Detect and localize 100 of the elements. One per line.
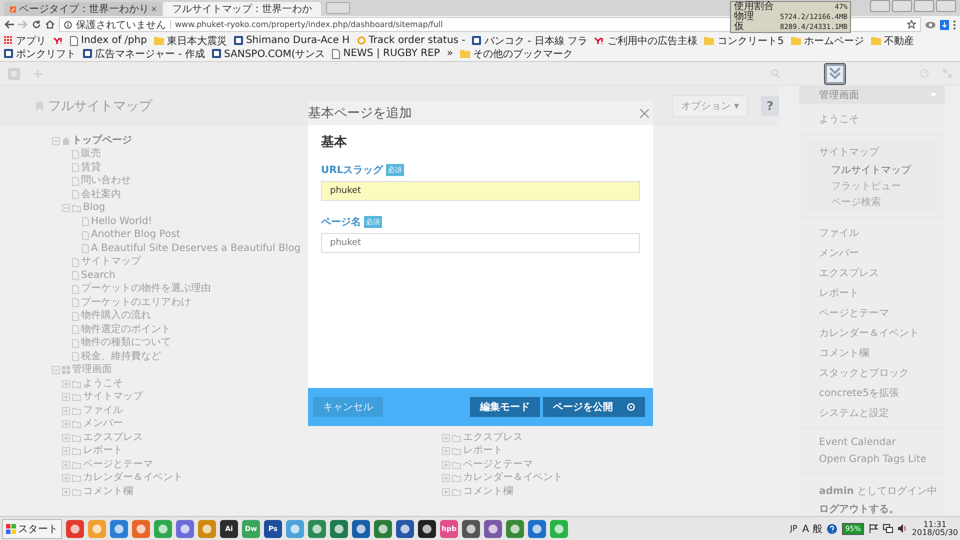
collapse-icon[interactable] — [52, 366, 60, 374]
submenu-item[interactable]: フルサイトマップ — [807, 162, 937, 178]
new-tab-button[interactable] — [326, 2, 350, 14]
tree-item[interactable]: 販売 — [81, 148, 101, 160]
collapse-icon[interactable] — [52, 136, 60, 145]
bookmark-link[interactable]: Track order status - — [368, 35, 466, 46]
tree-item[interactable]: Another Blog Post — [91, 229, 180, 242]
menu-item[interactable]: スタックとブロック — [799, 363, 945, 383]
text-field[interactable]: phuket — [321, 181, 640, 201]
menu-item[interactable]: concrete5を拡張 — [799, 383, 945, 403]
publish-button[interactable]: ページを公開 — [543, 397, 645, 417]
bookmark-link[interactable]: 東日本大震災 — [166, 34, 227, 48]
bookmark-link[interactable]: 不動産 — [884, 34, 914, 48]
clock-time[interactable]: 11:31 — [923, 520, 946, 528]
tree-item[interactable]: エクスプレス — [83, 432, 143, 444]
menu-item[interactable]: Open Graph Tags Lite — [799, 451, 945, 468]
menu-item[interactable]: メンバー — [799, 243, 945, 263]
bookmark-link[interactable]: SANSPO.COM(サンス — [224, 46, 326, 60]
tree-item[interactable]: 物件の種類について — [81, 337, 171, 350]
speaker-icon[interactable] — [898, 524, 907, 533]
cancel-button[interactable]: キャンセル — [313, 397, 383, 417]
collapse-icon[interactable] — [62, 204, 70, 212]
expand-icon[interactable] — [62, 393, 70, 402]
tree-item[interactable]: メンバー — [83, 418, 123, 430]
clock-date[interactable]: 2018/05/30 — [912, 528, 958, 536]
tree-item[interactable]: 賃貸 — [81, 162, 101, 174]
bookmark-link[interactable]: ご利用中の広告主様 — [607, 34, 698, 48]
tree-item[interactable]: 問い合わせ — [81, 175, 131, 188]
browser-tab[interactable]: フルサイトマップ：世界一わか — [163, 2, 321, 16]
menu-item[interactable]: サイトマップ — [807, 142, 937, 162]
submenu-item[interactable]: フラットビュー — [807, 178, 937, 194]
panel-header[interactable]: 管理画面 — [799, 86, 945, 104]
start-button[interactable]: スタート — [2, 518, 62, 538]
bookmark-link[interactable]: Index of /php — [81, 35, 147, 46]
expand-icon[interactable] — [442, 488, 450, 496]
expand-icon[interactable] — [442, 447, 450, 456]
menu-item[interactable]: エクスプレス — [799, 263, 945, 283]
close-icon[interactable] — [152, 6, 156, 12]
expand-icon[interactable] — [62, 420, 70, 428]
tree-item[interactable]: Search — [81, 270, 116, 282]
tree-item[interactable]: レポート — [463, 445, 503, 458]
logo-icon[interactable] — [8, 68, 20, 80]
bookmark-link[interactable]: ポンクリフト — [16, 46, 76, 60]
expand-icon[interactable] — [442, 434, 450, 442]
bookmark-link[interactable]: Shimano Dura-Ace H — [246, 35, 350, 46]
bookmark-link[interactable]: » — [446, 48, 454, 59]
tree-item[interactable]: ページとテーマ — [83, 458, 153, 471]
minimize-button[interactable] — [892, 0, 912, 12]
download-arrows-icon[interactable] — [824, 62, 846, 84]
tree-item[interactable]: Hello World! — [91, 216, 152, 228]
tree-item[interactable]: 物件選定のポイント — [81, 324, 171, 336]
menu-icon[interactable] — [953, 20, 956, 30]
close-button[interactable] — [936, 0, 956, 12]
tree-item[interactable]: エクスプレス — [463, 432, 523, 444]
tree-item[interactable]: A Beautiful Site Deserves a Beautiful Blog — [91, 242, 301, 255]
tree-item[interactable]: ページとテーマ — [463, 458, 533, 471]
tree-item[interactable]: ようこそ — [83, 378, 123, 390]
tree-item[interactable]: 会社案内 — [81, 188, 121, 201]
expand-icon[interactable] — [62, 460, 70, 469]
back-icon[interactable] — [4, 20, 14, 29]
expand-icon[interactable] — [62, 488, 70, 496]
tree-item[interactable]: 管理画面 — [72, 364, 112, 376]
browser-tab[interactable]: ページタイプ：世界一わかり — [4, 2, 162, 16]
bookmark-link[interactable]: その他のブックマーク — [473, 46, 574, 60]
home-icon[interactable] — [45, 20, 55, 29]
star-icon[interactable] — [907, 20, 916, 29]
tree-item[interactable]: コメント欄 — [463, 486, 513, 498]
tree-item[interactable]: カレンダー＆イベント — [463, 472, 563, 484]
ime-indicator[interactable]: A 般 — [802, 522, 822, 536]
reload-icon[interactable] — [32, 20, 41, 29]
text-field[interactable]: phuket — [321, 233, 640, 253]
menu-item[interactable]: コメント欄 — [799, 343, 945, 363]
expand-icon[interactable] — [62, 380, 70, 388]
download-icon[interactable] — [940, 20, 949, 30]
bookmark-link[interactable]: ホームページ — [804, 34, 864, 48]
submenu-item[interactable]: ページ検索 — [807, 194, 937, 210]
expand-icon[interactable] — [62, 406, 70, 415]
edit-mode-button[interactable]: 編集モード — [470, 397, 540, 417]
network-icon[interactable] — [882, 524, 893, 533]
tree-item[interactable]: コメント欄 — [83, 486, 133, 498]
tree-item[interactable]: サイトマップ — [83, 391, 143, 404]
tree-item[interactable]: サイトマップ — [81, 256, 141, 268]
options-button[interactable]: オプション ▾ — [672, 95, 748, 117]
menu-item[interactable]: ページとテーマ — [799, 303, 945, 323]
bookmark-link[interactable]: アプリ — [16, 34, 46, 48]
taskbar-app-icon[interactable] — [418, 520, 436, 538]
menu-item[interactable]: ファイル — [799, 223, 945, 243]
search-icon[interactable] — [771, 69, 780, 78]
menu-item[interactable]: レポート — [799, 283, 945, 303]
tree-item[interactable]: プーケットの物件を選ぶ理由 — [81, 283, 211, 296]
close-icon[interactable] — [640, 108, 649, 118]
menu-item[interactable]: ようこそ — [799, 109, 945, 129]
tree-item[interactable]: レポート — [83, 445, 123, 458]
tree-item[interactable]: プーケットのエリアわけ — [81, 296, 191, 309]
language-indicator[interactable]: JP — [790, 524, 798, 533]
help-icon[interactable] — [827, 524, 838, 534]
bookmark-link[interactable]: バンコク - 日本線 フラ — [484, 34, 588, 48]
tree-item[interactable]: トップページ — [72, 134, 132, 147]
expand-icon[interactable] — [62, 434, 70, 442]
window-button[interactable] — [870, 0, 890, 12]
